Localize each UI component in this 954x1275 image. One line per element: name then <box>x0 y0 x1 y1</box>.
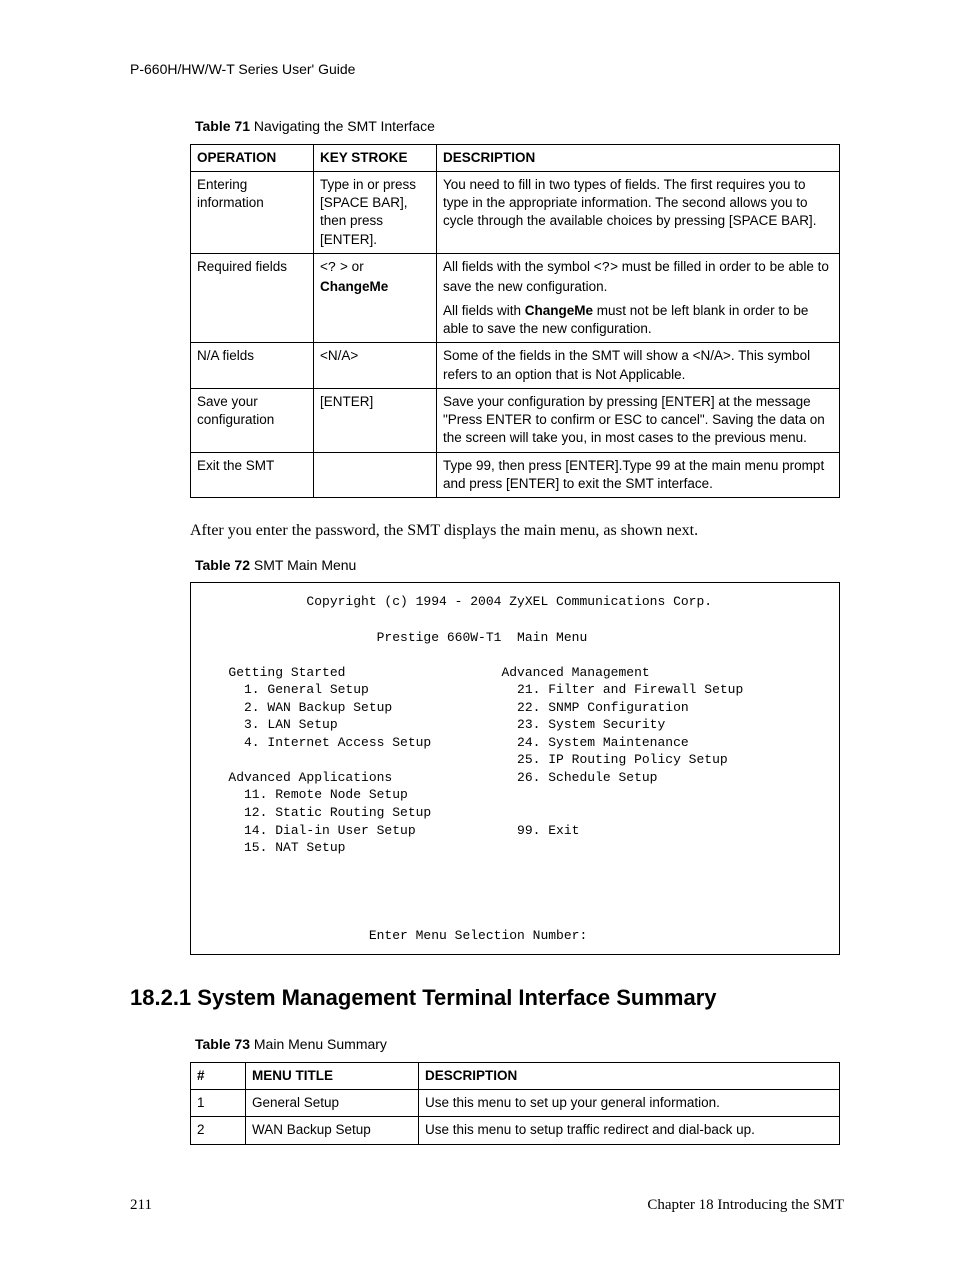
desc-p2a: All fields with <box>443 303 525 318</box>
cell-num: 1 <box>191 1090 246 1117</box>
smt-main-menu-terminal: Copyright (c) 1994 - 2004 ZyXEL Communic… <box>190 582 840 955</box>
desc-p1a: All fields with the symbol < <box>443 259 602 274</box>
table-row: Exit the SMT Type 99, then press [ENTER]… <box>191 452 840 497</box>
key-mid: > or <box>336 259 363 274</box>
table-row: N/A fields <N/A> Some of the fields in t… <box>191 343 840 388</box>
cell-desc: You need to fill in two types of fields.… <box>437 172 840 254</box>
table-row: 2 WAN Backup Setup Use this menu to setu… <box>191 1117 840 1144</box>
table73-caption-num: Table 73 <box>195 1036 250 1052</box>
table72-caption-num: Table 72 <box>195 557 250 573</box>
table72-caption: Table 72 SMT Main Menu <box>195 556 844 575</box>
table-row: Save your configuration [ENTER] Save you… <box>191 388 840 452</box>
table73-h-desc: DESCRIPTION <box>419 1062 840 1089</box>
table71-h-op: OPERATION <box>191 144 314 171</box>
table73-h-title: MENU TITLE <box>246 1062 419 1089</box>
table73-h-num: # <box>191 1062 246 1089</box>
table71: OPERATION KEY STROKE DESCRIPTION Enterin… <box>190 144 840 498</box>
table73-header-row: # MENU TITLE DESCRIPTION <box>191 1062 840 1089</box>
chapter-label: Chapter 18 Introducing the SMT <box>647 1195 844 1215</box>
table-row: Required fields <? > or ChangeMe All fie… <box>191 253 840 343</box>
section-heading-18-2-1: 18.2.1 System Management Terminal Interf… <box>130 983 844 1013</box>
cell-desc: All fields with the symbol <?> must be f… <box>437 253 840 343</box>
running-header: P-660H/HW/W-T Series User' Guide <box>130 60 844 79</box>
key-prefix: < <box>320 259 328 274</box>
desc-p2bold: ChangeMe <box>525 303 593 318</box>
cell-op: Entering information <box>191 172 314 254</box>
cell-key: [ENTER] <box>314 388 437 452</box>
table73: # MENU TITLE DESCRIPTION 1 General Setup… <box>190 1062 840 1145</box>
desc-p1b: ? <box>602 260 610 276</box>
cell-title: General Setup <box>246 1090 419 1117</box>
cell-op: Required fields <box>191 253 314 343</box>
cell-key: Type in or press [SPACE BAR], then press… <box>314 172 437 254</box>
table-row: Entering information Type in or press [S… <box>191 172 840 254</box>
table71-caption-num: Table 71 <box>195 118 250 134</box>
table-row: 1 General Setup Use this menu to set up … <box>191 1090 840 1117</box>
cell-desc: Save your configuration by pressing [ENT… <box>437 388 840 452</box>
cell-op: Exit the SMT <box>191 452 314 497</box>
table71-caption-text: Navigating the SMT Interface <box>250 118 435 134</box>
page-footer: 211 Chapter 18 Introducing the SMT <box>130 1195 844 1215</box>
cell-desc: Use this menu to set up your general inf… <box>419 1090 840 1117</box>
table71-caption: Table 71 Navigating the SMT Interface <box>195 117 844 136</box>
cell-desc: Some of the fields in the SMT will show … <box>437 343 840 388</box>
cell-desc: Type 99, then press [ENTER].Type 99 at t… <box>437 452 840 497</box>
cell-op: Save your configuration <box>191 388 314 452</box>
table73-caption: Table 73 Main Menu Summary <box>195 1035 844 1054</box>
cell-key: <N/A> <box>314 343 437 388</box>
cell-title: WAN Backup Setup <box>246 1117 419 1144</box>
key-changeme: ChangeMe <box>320 279 388 294</box>
cell-key <box>314 452 437 497</box>
table73-caption-text: Main Menu Summary <box>250 1036 387 1052</box>
table71-header-row: OPERATION KEY STROKE DESCRIPTION <box>191 144 840 171</box>
cell-num: 2 <box>191 1117 246 1144</box>
table72-caption-text: SMT Main Menu <box>250 557 356 573</box>
cell-key: <? > or ChangeMe <box>314 253 437 343</box>
para-after-table71: After you enter the password, the SMT di… <box>190 520 844 542</box>
cell-op: N/A fields <box>191 343 314 388</box>
table71-h-desc: DESCRIPTION <box>437 144 840 171</box>
cell-desc: Use this menu to setup traffic redirect … <box>419 1117 840 1144</box>
table71-h-key: KEY STROKE <box>314 144 437 171</box>
page-number: 211 <box>130 1195 152 1215</box>
